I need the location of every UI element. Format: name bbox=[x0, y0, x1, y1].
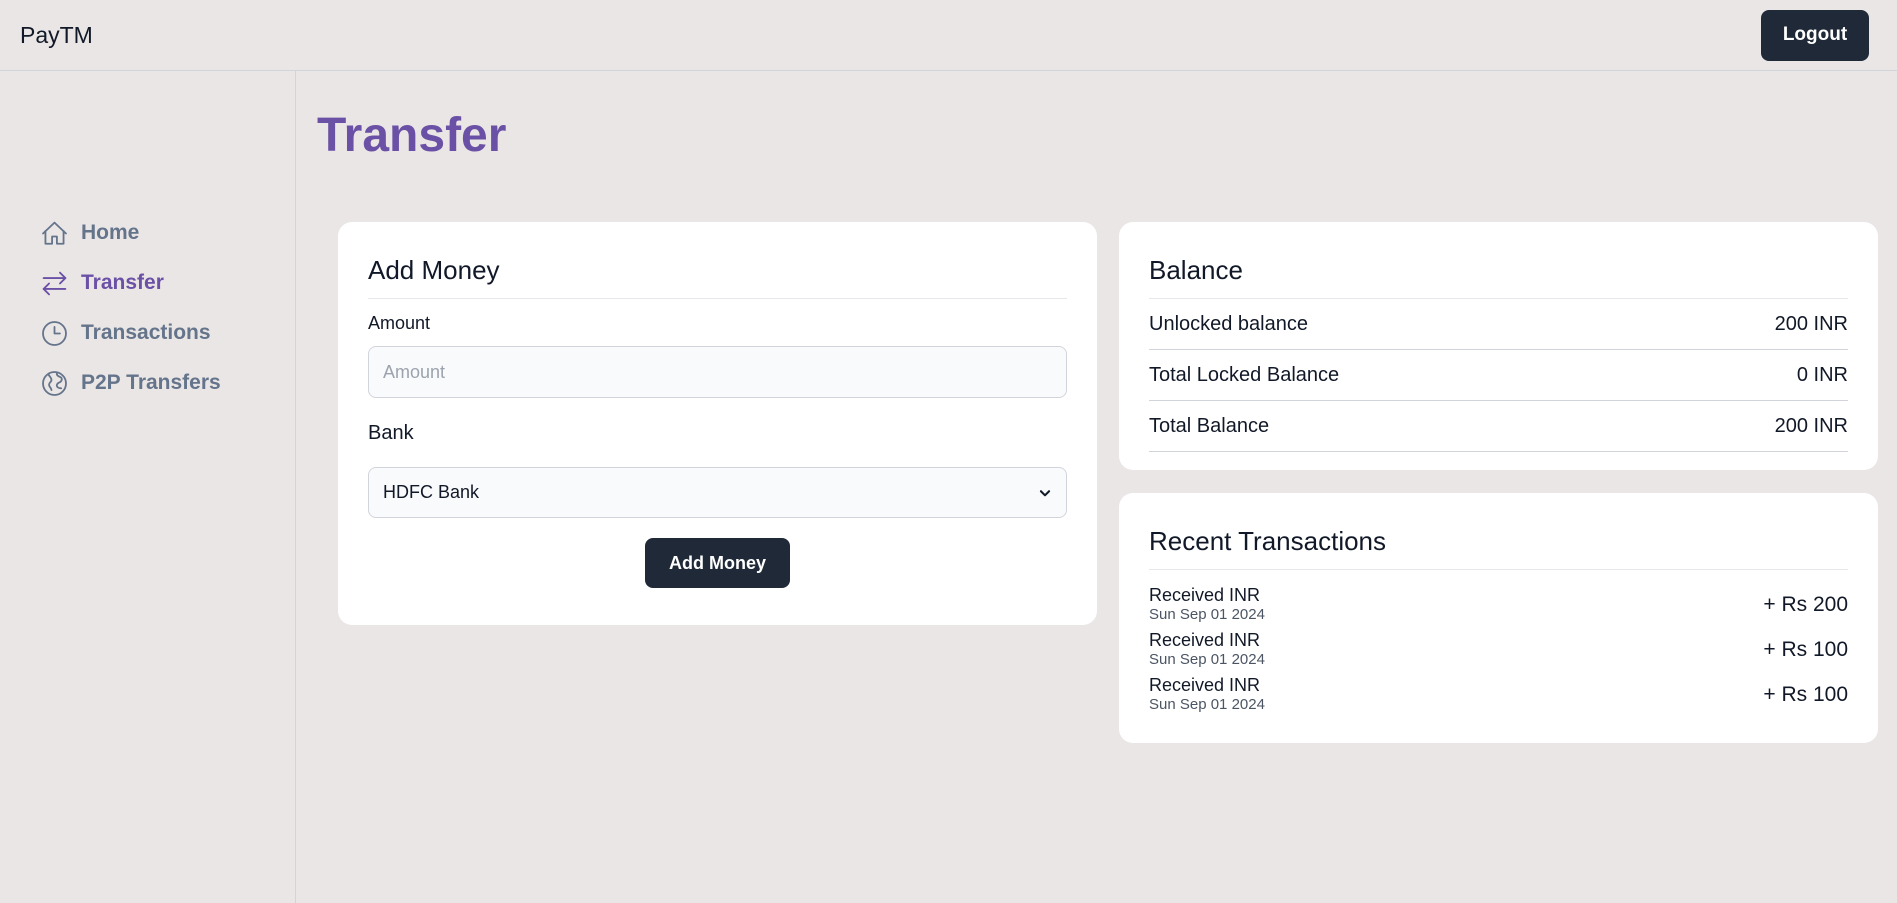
balance-row-label: Unlocked balance bbox=[1149, 312, 1308, 335]
balance-row-label: Total Balance bbox=[1149, 414, 1270, 437]
balance-row-value: 200 INR bbox=[1774, 312, 1848, 335]
balance-row-value: 0 INR bbox=[1796, 363, 1848, 386]
transaction-amount: + Rs 200 bbox=[1763, 592, 1848, 616]
transaction-date: Sun Sep 01 2024 bbox=[1149, 695, 1265, 713]
sidebar-item-label: Transactions bbox=[81, 321, 211, 344]
transaction-date: Sun Sep 01 2024 bbox=[1149, 605, 1265, 623]
amount-label: Amount bbox=[368, 313, 431, 333]
sidebar-item-home[interactable]: Home bbox=[40, 219, 221, 247]
sidebar: Home Transfer Transactions P2P Transfers bbox=[0, 71, 296, 903]
sidebar-item-label: Transfer bbox=[81, 271, 164, 294]
home-icon bbox=[42, 221, 67, 245]
transaction-row: Received INR Sun Sep 01 2024 + Rs 100 bbox=[1149, 672, 1848, 717]
balance-row-unlocked: Unlocked balance 200 INR bbox=[1149, 299, 1848, 350]
transaction-label: Received INR bbox=[1149, 674, 1261, 695]
add-money-button-wrap: Add Money bbox=[368, 538, 1067, 588]
sidebar-item-transfer[interactable]: Transfer bbox=[40, 269, 221, 297]
transaction-label: Received INR bbox=[1149, 629, 1261, 650]
transaction-date: Sun Sep 01 2024 bbox=[1149, 650, 1265, 668]
recent-transactions-card: Recent Transactions Received INR Sun Sep… bbox=[1119, 493, 1878, 743]
sidebar-item-transactions[interactable]: Transactions bbox=[40, 319, 221, 347]
transaction-info: Received INR Sun Sep 01 2024 bbox=[1149, 630, 1265, 670]
transaction-label: Received INR bbox=[1149, 584, 1261, 605]
balance-row-locked: Total Locked Balance 0 INR bbox=[1149, 350, 1848, 401]
balance-card: Balance Unlocked balance 200 INR Total L… bbox=[1119, 222, 1878, 470]
brand-logo: PayTM bbox=[20, 21, 93, 48]
balance-row-label: Total Locked Balance bbox=[1149, 363, 1340, 386]
sidebar-item-label: P2P Transfers bbox=[81, 371, 221, 394]
logout-button[interactable]: Logout bbox=[1761, 9, 1869, 61]
transaction-row: Received INR Sun Sep 01 2024 + Rs 200 bbox=[1149, 582, 1848, 627]
amount-input[interactable] bbox=[368, 346, 1067, 398]
sidebar-nav: Home Transfer Transactions P2P Transfers bbox=[40, 219, 221, 419]
balance-row-value: 200 INR bbox=[1774, 414, 1848, 437]
add-money-title: Add Money bbox=[368, 255, 1067, 299]
add-money-card: Add Money Amount Bank HDFC Bank Add Mone… bbox=[338, 222, 1097, 625]
recent-transactions-title: Recent Transactions bbox=[1149, 526, 1848, 570]
clock-icon bbox=[42, 320, 67, 346]
sidebar-item-label: Home bbox=[81, 221, 140, 244]
balance-title: Balance bbox=[1149, 255, 1848, 299]
transfer-arrows-icon bbox=[42, 271, 67, 295]
transaction-amount: + Rs 100 bbox=[1763, 682, 1848, 706]
page-title: Transfer bbox=[317, 109, 507, 162]
transaction-info: Received INR Sun Sep 01 2024 bbox=[1149, 585, 1265, 625]
bank-selected-value: HDFC Bank bbox=[383, 482, 480, 502]
top-bar: PayTM Logout bbox=[0, 0, 1897, 71]
transaction-info: Received INR Sun Sep 01 2024 bbox=[1149, 675, 1265, 715]
transaction-row: Received INR Sun Sep 01 2024 + Rs 100 bbox=[1149, 627, 1848, 672]
balance-row-total: Total Balance 200 INR bbox=[1149, 401, 1848, 452]
add-money-button[interactable]: Add Money bbox=[645, 538, 790, 588]
globe-icon bbox=[42, 370, 67, 396]
bank-label: Bank bbox=[368, 422, 414, 444]
transaction-amount: + Rs 100 bbox=[1763, 637, 1848, 661]
chevron-down-icon bbox=[1039, 489, 1051, 496]
bank-select[interactable]: HDFC Bank bbox=[368, 467, 1067, 518]
sidebar-item-p2p-transfers[interactable]: P2P Transfers bbox=[40, 369, 221, 397]
